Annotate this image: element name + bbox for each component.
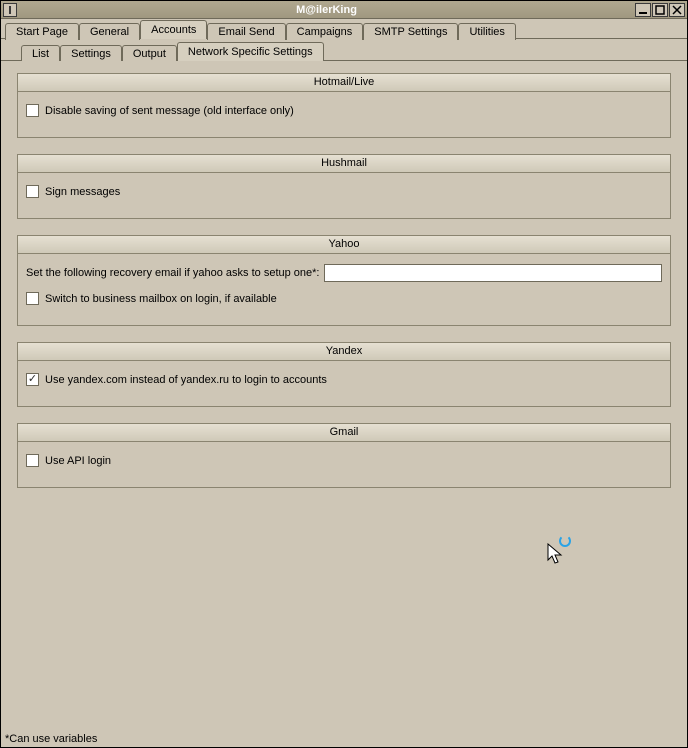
tab-label: SMTP Settings	[374, 26, 447, 38]
checkbox-label: Use yandex.com instead of yandex.ru to l…	[45, 374, 327, 386]
subtab-settings[interactable]: Settings	[60, 45, 122, 62]
recovery-email-label: Set the following recovery email if yaho…	[26, 267, 320, 279]
subtab-network-specific-settings[interactable]: Network Specific Settings	[177, 42, 324, 61]
main-tabbar: Start Page General Accounts Email Send C…	[1, 19, 687, 39]
close-button[interactable]	[669, 3, 685, 17]
checkbox-use-api-login[interactable]	[26, 454, 39, 467]
checkbox-sign-messages[interactable]	[26, 185, 39, 198]
tab-label: Campaigns	[297, 26, 353, 38]
group-yahoo: Yahoo Set the following recovery email i…	[17, 235, 671, 326]
checkbox-label: Disable saving of sent message (old inte…	[45, 105, 294, 117]
checkbox-label: Sign messages	[45, 186, 120, 198]
tab-label: Start Page	[16, 26, 68, 38]
footer-note: *Can use variables	[5, 733, 97, 745]
group-title: Hotmail/Live	[18, 74, 670, 92]
tab-label: Settings	[71, 48, 111, 60]
checkbox-label: Use API login	[45, 455, 111, 467]
checkbox-switch-business[interactable]	[26, 292, 39, 305]
sub-tabbar: List Settings Output Network Specific Se…	[1, 39, 687, 61]
recovery-email-input[interactable]	[324, 264, 663, 282]
subtab-output[interactable]: Output	[122, 45, 177, 62]
tab-label: Network Specific Settings	[188, 46, 313, 58]
tab-start-page[interactable]: Start Page	[5, 23, 79, 40]
titlebar: M@ilerKing	[1, 1, 687, 19]
tab-smtp-settings[interactable]: SMTP Settings	[363, 23, 458, 40]
tab-utilities[interactable]: Utilities	[458, 23, 515, 40]
group-title: Gmail	[18, 424, 670, 442]
tab-label: Accounts	[151, 24, 196, 36]
tab-label: Output	[133, 48, 166, 60]
content-area: Hotmail/Live Disable saving of sent mess…	[1, 61, 687, 747]
group-hushmail: Hushmail Sign messages	[17, 154, 671, 219]
tab-accounts[interactable]: Accounts	[140, 20, 207, 39]
group-hotmail: Hotmail/Live Disable saving of sent mess…	[17, 73, 671, 138]
subtab-list[interactable]: List	[21, 45, 60, 62]
group-title: Yahoo	[18, 236, 670, 254]
tab-label: List	[32, 48, 49, 60]
group-title: Hushmail	[18, 155, 670, 173]
group-gmail: Gmail Use API login	[17, 423, 671, 488]
app-window: M@ilerKing Start Page General Accounts E…	[0, 0, 688, 748]
window-title: M@ilerKing	[19, 4, 634, 16]
tab-label: Utilities	[469, 26, 504, 38]
group-yandex: Yandex Use yandex.com instead of yandex.…	[17, 342, 671, 407]
tab-label: General	[90, 26, 129, 38]
checkbox-yandex-com[interactable]	[26, 373, 39, 386]
maximize-button[interactable]	[652, 3, 668, 17]
tab-campaigns[interactable]: Campaigns	[286, 23, 364, 40]
window-controls	[634, 3, 687, 17]
checkbox-disable-saving[interactable]	[26, 104, 39, 117]
app-icon	[1, 3, 19, 17]
tab-general[interactable]: General	[79, 23, 140, 40]
minimize-button[interactable]	[635, 3, 651, 17]
tab-email-send[interactable]: Email Send	[207, 23, 285, 40]
checkbox-label: Switch to business mailbox on login, if …	[45, 293, 277, 305]
tab-label: Email Send	[218, 26, 274, 38]
group-title: Yandex	[18, 343, 670, 361]
